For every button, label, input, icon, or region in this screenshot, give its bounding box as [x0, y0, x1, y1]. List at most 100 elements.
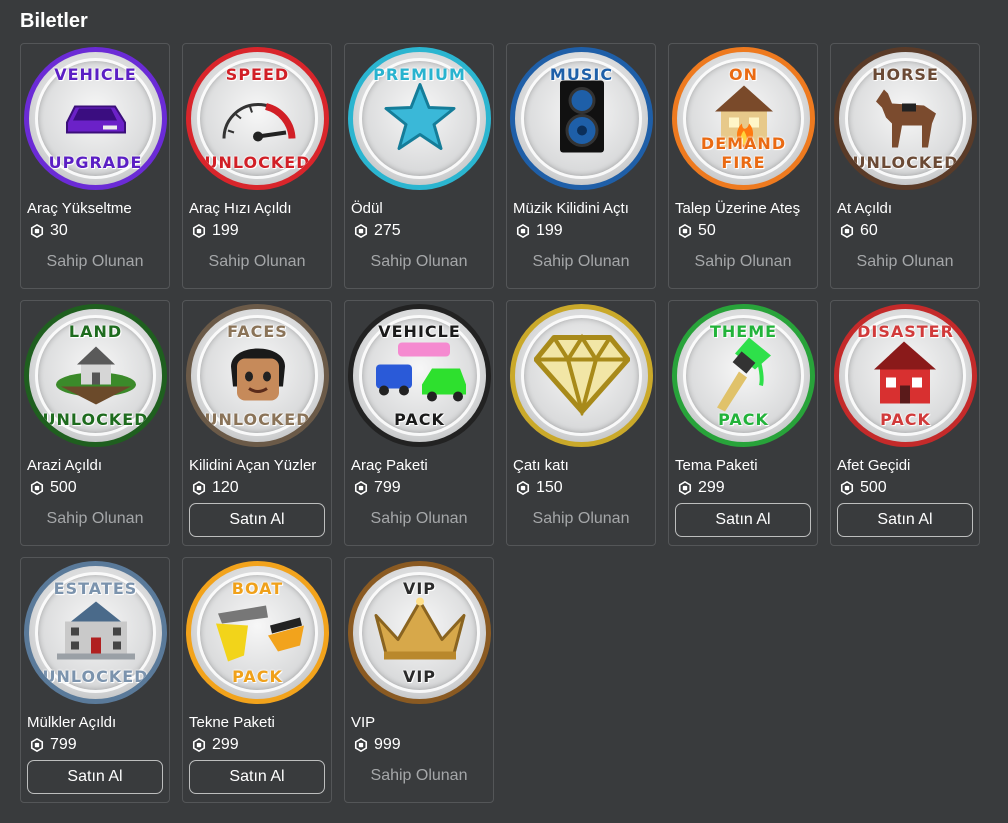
ticket-card[interactable]: ESTATES UNLOCKED Mülkler Açıldı 799 Satın Al: [20, 557, 170, 803]
buy-button[interactable]: Satın Al: [27, 760, 163, 794]
robux-icon: [354, 481, 368, 495]
price-value: 299: [698, 479, 725, 496]
owned-label: Sahip Olunan: [46, 510, 144, 527]
robux-icon: [192, 738, 206, 752]
ticket-thumbnail[interactable]: VEHICLE PACK: [348, 304, 491, 447]
ticket-card[interactable]: ON DEMAND FIRE Talep Üzerine Ateş 50 Sahip O…: [668, 43, 818, 289]
thumbnail-bottom-text: VIP: [402, 667, 437, 686]
ticket-name[interactable]: Müzik Kilidini Açtı: [513, 200, 651, 217]
star-icon: [383, 81, 457, 156]
ticket-card[interactable]: FACES UNLOCKED Kilidini Açan Yüzler 120 Satı…: [182, 300, 332, 546]
owned-label: Sahip Olunan: [370, 253, 468, 270]
price-value: 199: [536, 222, 563, 239]
thumbnail-bottom-text: PACK: [718, 410, 769, 429]
owned-label: Sahip Olunan: [856, 253, 954, 270]
owned-label: Sahip Olunan: [370, 510, 468, 527]
buy-button[interactable]: Satın Al: [189, 760, 325, 794]
ticket-card[interactable]: BOAT PACK Tekne Paketi 299 Satın Al: [182, 557, 332, 803]
price-value: 999: [374, 736, 401, 753]
thumbnail-bottom-text: UNLOCKED: [204, 153, 311, 172]
ticket-name[interactable]: Araç Yükseltme: [27, 200, 165, 217]
buy-button[interactable]: Satın Al: [837, 503, 973, 537]
crown-icon: [370, 595, 470, 670]
ticket-name[interactable]: Çatı katı: [513, 457, 651, 474]
ticket-grid: VEHICLE UPGRADE Araç Yükseltme 30 Sahip Olun…: [20, 43, 980, 803]
thumbnail-bottom-text: PACK: [880, 410, 931, 429]
ticket-thumbnail[interactable]: [510, 304, 653, 447]
owned-label: Sahip Olunan: [532, 510, 630, 527]
ticket-thumbnail[interactable]: LAND UNLOCKED: [24, 304, 167, 447]
ticket-price: 299: [678, 479, 725, 497]
car-icon: [61, 94, 131, 143]
ticket-card[interactable]: THEME PACK Tema Paketi 299 Satın Al: [668, 300, 818, 546]
ticket-thumbnail[interactable]: HORSE UNLOCKED: [834, 47, 977, 190]
ticket-name[interactable]: Tema Paketi: [675, 457, 813, 474]
ticket-card[interactable]: MUSIC Müzik Kilidini Açtı 199 Sahip Olunan: [506, 43, 656, 289]
island-house-icon: [51, 340, 141, 411]
ticket-price: 30: [30, 222, 68, 240]
price-value: 299: [212, 736, 239, 753]
ticket-card[interactable]: VEHICLE UPGRADE Araç Yükseltme 30 Sahip Olun…: [20, 43, 170, 289]
thumbnail-top-text: LAND: [68, 322, 123, 341]
ticket-thumbnail[interactable]: VEHICLE UPGRADE: [24, 47, 167, 190]
robux-icon: [678, 224, 692, 238]
thumbnail-bottom-text: PACK: [232, 667, 283, 686]
price-value: 500: [50, 479, 77, 496]
vehicles-icon: [370, 338, 470, 413]
ticket-name[interactable]: Araç Hızı Açıldı: [189, 200, 327, 217]
ticket-name[interactable]: Tekne Paketi: [189, 714, 327, 731]
ticket-name[interactable]: At Açıldı: [837, 200, 975, 217]
thumbnail-bottom-text: UNLOCKED: [204, 410, 311, 429]
speaker-icon: [556, 78, 608, 159]
ticket-thumbnail[interactable]: DISASTER PACK: [834, 304, 977, 447]
thumbnail-bottom-text: UNLOCKED: [852, 153, 959, 172]
ticket-name[interactable]: Arazi Açıldı: [27, 457, 165, 474]
ticket-price: 50: [678, 222, 716, 240]
robux-icon: [516, 481, 530, 495]
ticket-thumbnail[interactable]: PREMIUM: [348, 47, 491, 190]
price-value: 120: [212, 479, 239, 496]
ticket-price: 120: [192, 479, 239, 497]
ticket-card[interactable]: VEHICLE PACK Araç Paketi 799 Sahip Olunan: [344, 300, 494, 546]
ticket-price: 500: [30, 479, 77, 497]
ticket-card[interactable]: HORSE UNLOCKED At Açıldı 60 Sahip Olunan: [830, 43, 980, 289]
ticket-thumbnail[interactable]: ESTATES UNLOCKED: [24, 561, 167, 704]
thumbnail-top-text: HORSE: [872, 65, 939, 84]
ticket-card[interactable]: Çatı katı 150 Sahip Olunan: [506, 300, 656, 546]
price-value: 30: [50, 222, 68, 239]
ticket-thumbnail[interactable]: ON DEMAND FIRE: [672, 47, 815, 190]
ticket-card[interactable]: PREMIUM Ödül 275 Sahip Olunan: [344, 43, 494, 289]
diamond-icon: [533, 331, 630, 420]
ticket-card[interactable]: DISASTER PACK Afet Geçidi 500 Satın Al: [830, 300, 980, 546]
thumbnail-top-text: ESTATES: [53, 579, 138, 598]
ticket-card[interactable]: SPEED UNLOCKED Araç Hızı Açıldı 199 Sahip Ol…: [182, 43, 332, 289]
ticket-card[interactable]: VIP VIP VIP 999 Sahip Olunan: [344, 557, 494, 803]
owned-label: Sahip Olunan: [532, 253, 630, 270]
ticket-card[interactable]: LAND UNLOCKED Arazi Açıldı 500 Sahip Olunan: [20, 300, 170, 546]
price-value: 799: [50, 736, 77, 753]
buy-button[interactable]: Satın Al: [675, 503, 811, 537]
ticket-price: 299: [192, 736, 239, 754]
ticket-name[interactable]: Ödül: [351, 200, 489, 217]
ticket-name[interactable]: Afet Geçidi: [837, 457, 975, 474]
ticket-thumbnail[interactable]: FACES UNLOCKED: [186, 304, 329, 447]
paintbrush-icon: [709, 333, 779, 418]
ticket-name[interactable]: Mülkler Açıldı: [27, 714, 165, 731]
thumbnail-bottom-text: DEMAND FIRE: [700, 134, 787, 172]
robux-icon: [192, 481, 206, 495]
thumbnail-bottom-text: PACK: [394, 410, 445, 429]
ticket-name[interactable]: VIP: [351, 714, 489, 731]
ticket-name[interactable]: Kilidini Açan Yüzler: [189, 457, 327, 474]
ticket-thumbnail[interactable]: MUSIC: [510, 47, 653, 190]
ticket-thumbnail[interactable]: SPEED UNLOCKED: [186, 47, 329, 190]
ticket-thumbnail[interactable]: BOAT PACK: [186, 561, 329, 704]
ticket-name[interactable]: Araç Paketi: [351, 457, 489, 474]
avatar-face-icon: [225, 336, 291, 415]
ticket-thumbnail[interactable]: THEME PACK: [672, 304, 815, 447]
thumbnail-top-text: SPEED: [225, 65, 290, 84]
horse-icon: [866, 83, 946, 154]
robux-icon: [840, 224, 854, 238]
buy-button[interactable]: Satın Al: [189, 503, 325, 537]
ticket-thumbnail[interactable]: VIP VIP: [348, 561, 491, 704]
ticket-name[interactable]: Talep Üzerine Ateş: [675, 200, 813, 217]
